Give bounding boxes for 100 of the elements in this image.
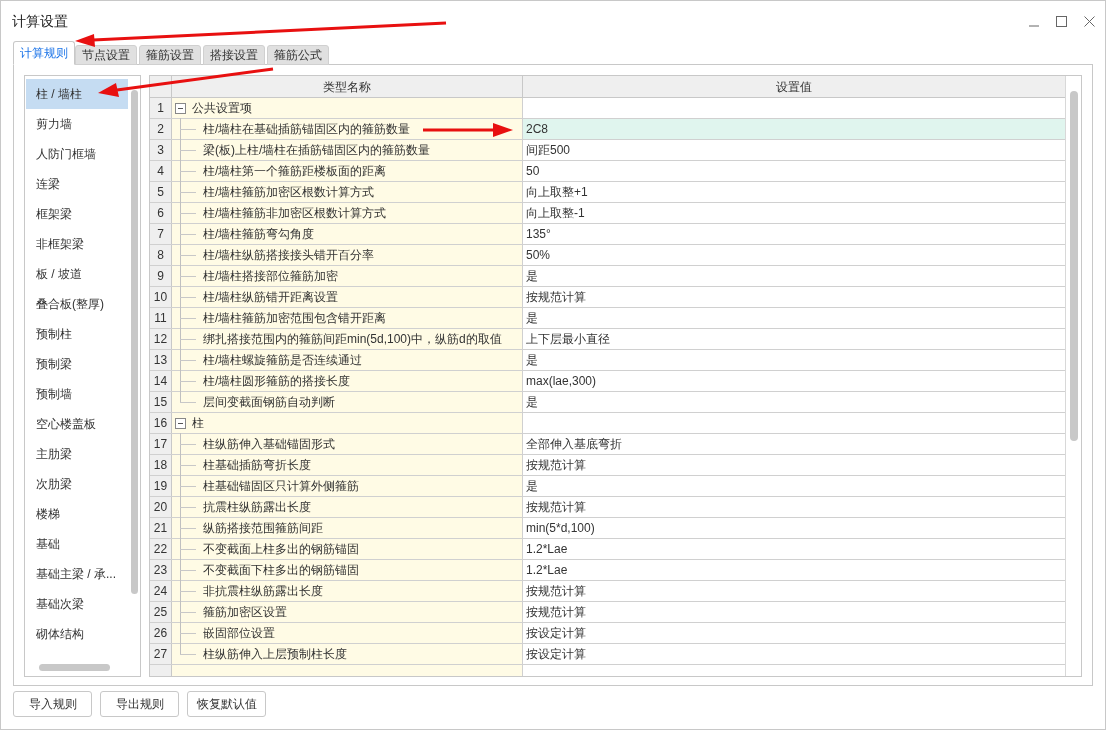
row-number: 8 — [150, 245, 172, 265]
row-number: 1 — [150, 98, 172, 118]
row-number: 27 — [150, 644, 172, 664]
row-number: 20 — [150, 497, 172, 517]
row-number: 22 — [150, 539, 172, 559]
collapse-icon[interactable] — [175, 102, 186, 114]
row-number: 26 — [150, 623, 172, 643]
sidebar-item[interactable]: 预制梁 — [26, 349, 128, 379]
setting-name: 柱/墙柱螺旋箍筋是否连续通过 — [203, 352, 363, 369]
setting-value[interactable]: 向上取整-1 — [523, 203, 1065, 223]
row-number: 18 — [150, 455, 172, 475]
tab[interactable]: 箍筋公式 — [267, 45, 329, 65]
sidebar-item[interactable]: 剪力墙 — [26, 109, 128, 139]
setting-value[interactable]: 是 — [523, 350, 1065, 370]
tab[interactable]: 节点设置 — [75, 45, 137, 65]
sidebar-item[interactable]: 板 / 坡道 — [26, 259, 128, 289]
window-title: 计算设置 — [12, 11, 68, 31]
row-number: 2 — [150, 119, 172, 139]
action-button[interactable]: 恢复默认值 — [187, 691, 266, 717]
setting-value[interactable]: 按设定计算 — [523, 644, 1065, 664]
row-number: 19 — [150, 476, 172, 496]
setting-value[interactable]: 全部伸入基底弯折 — [523, 434, 1065, 454]
setting-value[interactable]: 2C8 — [523, 119, 1065, 139]
sidebar-item[interactable]: 次肋梁 — [26, 469, 128, 499]
scrollbar-thumb[interactable] — [131, 90, 138, 594]
setting-value[interactable]: 向上取整+1 — [523, 182, 1065, 202]
setting-name: 柱/墙柱圆形箍筋的搭接长度 — [203, 373, 351, 390]
setting-name: 柱/墙柱在基础插筋锚固区内的箍筋数量 — [203, 121, 411, 138]
sidebar-item[interactable]: 人防门框墙 — [26, 139, 128, 169]
setting-name: 不变截面下柱多出的钢筋锚固 — [203, 562, 359, 579]
row-number: 9 — [150, 266, 172, 286]
setting-value[interactable]: 间距500 — [523, 140, 1065, 160]
setting-name: 柱/墙柱箍筋非加密区根数计算方式 — [203, 205, 387, 222]
setting-name: 绑扎搭接范围内的箍筋间距min(5d,100)中，纵筋d的取值 — [203, 331, 502, 348]
setting-name: 柱基础插筋弯折长度 — [203, 457, 311, 474]
sidebar-item[interactable]: 空心楼盖板 — [26, 409, 128, 439]
setting-value[interactable]: 135° — [523, 224, 1065, 244]
sidebar-item[interactable]: 楼梯 — [26, 499, 128, 529]
row-number: 24 — [150, 581, 172, 601]
setting-value[interactable]: 按设定计算 — [523, 623, 1065, 643]
setting-value[interactable]: 是 — [523, 308, 1065, 328]
setting-value[interactable]: 按规范计算 — [523, 497, 1065, 517]
row-number: 21 — [150, 518, 172, 538]
tab[interactable]: 计算规则 — [13, 41, 75, 65]
setting-name: 柱/墙柱搭接部位箍筋加密 — [203, 268, 339, 285]
setting-name: 柱/墙柱箍筋加密范围包含错开距离 — [203, 310, 387, 327]
maximize-icon[interactable] — [1056, 15, 1067, 27]
setting-value[interactable]: 50 — [523, 161, 1065, 181]
row-number: 14 — [150, 371, 172, 391]
setting-value[interactable]: 1.2*Lae — [523, 560, 1065, 580]
setting-value[interactable]: max(lae,300) — [523, 371, 1065, 391]
row-number: 10 — [150, 287, 172, 307]
column-header: 设置值 — [775, 78, 813, 96]
sidebar-item[interactable]: 砌体结构 — [26, 619, 128, 649]
setting-value[interactable]: 是 — [523, 266, 1065, 286]
setting-value[interactable]: min(5*d,100) — [523, 518, 1065, 538]
setting-name: 抗震柱纵筋露出长度 — [203, 499, 311, 516]
sidebar-item[interactable]: 基础次梁 — [26, 589, 128, 619]
setting-value[interactable]: 是 — [523, 476, 1065, 496]
setting-name: 柱纵筋伸入上层预制柱长度 — [203, 646, 347, 663]
setting-name: 纵筋搭接范围箍筋间距 — [203, 520, 323, 537]
setting-value[interactable]: 50% — [523, 245, 1065, 265]
sidebar-item[interactable]: 主肋梁 — [26, 439, 128, 469]
sidebar-item[interactable]: 非框架梁 — [26, 229, 128, 259]
row-number: 5 — [150, 182, 172, 202]
sidebar-item[interactable]: 基础主梁 / 承... — [26, 559, 128, 589]
close-icon[interactable] — [1084, 15, 1095, 27]
row-number: 6 — [150, 203, 172, 223]
row-number: 13 — [150, 350, 172, 370]
action-button[interactable]: 导出规则 — [100, 691, 179, 717]
setting-value[interactable]: 按规范计算 — [523, 455, 1065, 475]
setting-value[interactable]: 按规范计算 — [523, 602, 1065, 622]
scrollbar-thumb[interactable] — [39, 664, 110, 671]
row-number: 16 — [150, 413, 172, 433]
row-number: 11 — [150, 308, 172, 328]
row-number: 3 — [150, 140, 172, 160]
scrollbar-thumb[interactable] — [1070, 91, 1078, 441]
sidebar-item[interactable]: 预制柱 — [26, 319, 128, 349]
sidebar-item[interactable]: 基础 — [26, 529, 128, 559]
sidebar-item[interactable]: 连梁 — [26, 169, 128, 199]
tab[interactable]: 搭接设置 — [203, 45, 265, 65]
row-number: 12 — [150, 329, 172, 349]
tab[interactable]: 箍筋设置 — [139, 45, 201, 65]
sidebar-item[interactable]: 柱 / 墙柱 — [26, 79, 128, 109]
setting-value[interactable]: 是 — [523, 392, 1065, 412]
setting-value[interactable]: 上下层最小直径 — [523, 329, 1065, 349]
setting-value[interactable]: 1.2*Lae — [523, 539, 1065, 559]
row-number: 23 — [150, 560, 172, 580]
collapse-icon[interactable] — [175, 417, 186, 429]
sidebar-item[interactable]: 预制墙 — [26, 379, 128, 409]
sidebar-item[interactable]: 叠合板(整厚) — [26, 289, 128, 319]
action-button[interactable]: 导入规则 — [13, 691, 92, 717]
setting-value[interactable]: 按规范计算 — [523, 287, 1065, 307]
row-number: 7 — [150, 224, 172, 244]
setting-name: 柱基础锚固区只计算外侧箍筋 — [203, 478, 359, 495]
setting-name: 箍筋加密区设置 — [203, 604, 287, 621]
setting-value[interactable]: 按规范计算 — [523, 581, 1065, 601]
setting-name: 柱/墙柱纵筋错开距离设置 — [203, 289, 339, 306]
setting-name: 柱/墙柱箍筋弯勾角度 — [203, 226, 315, 243]
sidebar-item[interactable]: 框架梁 — [26, 199, 128, 229]
